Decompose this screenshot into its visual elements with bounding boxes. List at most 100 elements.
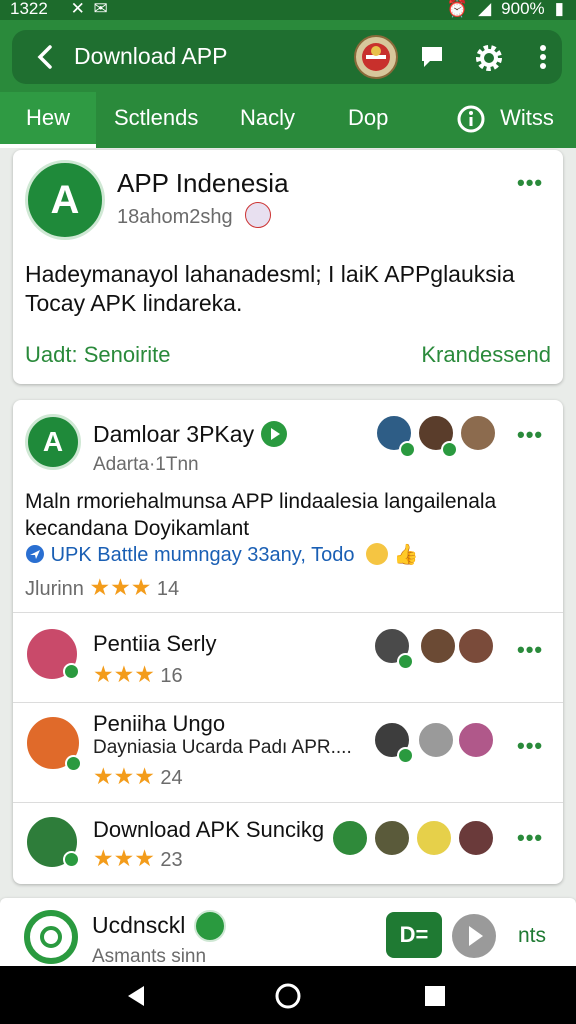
avatar: [457, 721, 495, 759]
verified-icon: [194, 910, 226, 942]
emblem-icon[interactable]: [354, 35, 398, 79]
avatar: [419, 627, 457, 665]
item-rating: ★★★ 24: [93, 763, 183, 790]
more-options-icon[interactable]: •••: [517, 825, 543, 851]
online-badge: [399, 441, 416, 458]
recommend-link[interactable]: Krandessend: [421, 342, 551, 368]
online-badge: [63, 663, 80, 680]
battery-icon: ▮: [554, 0, 564, 18]
list-item[interactable]: Pentiia Serly ★★★ 16 •••: [13, 613, 563, 701]
plane-icon: [26, 545, 44, 563]
star-icon: ★★★: [93, 763, 155, 789]
nav-home-icon[interactable]: [274, 982, 302, 1010]
tab-witss[interactable]: Witss: [456, 92, 554, 148]
download-button[interactable]: D=: [386, 912, 442, 958]
nav-back-icon[interactable]: [124, 984, 148, 1008]
rating-count: 16: [160, 665, 183, 687]
app-bar-pill: Download APP: [12, 30, 562, 84]
post-meta: Adarta·1Tnn: [93, 454, 199, 475]
app-bar: Download APP: [0, 20, 576, 92]
avatar: [417, 721, 455, 759]
post-name: Damloar 3PKay: [93, 421, 255, 447]
avatar: [457, 819, 495, 857]
app-name: Ucdnsckl: [92, 912, 186, 938]
status-time: 1322: [10, 0, 48, 18]
tab-indicator: [0, 144, 96, 148]
flag-icon: [245, 202, 271, 228]
tab-label: Hew: [25, 105, 70, 130]
post-body: Maln rmoriehalmunsa APP lindaalesia lang…: [25, 490, 497, 540]
app-list-card: A Damloar 3PKay Adarta·1Tnn ••• Maln rmo…: [13, 400, 563, 884]
gear-icon[interactable]: [474, 43, 504, 73]
more-options-icon[interactable]: •••: [517, 170, 543, 196]
thumbs-icon: 👍: [393, 544, 419, 566]
app-subtitle: Asmants sinn: [92, 946, 207, 967]
more-options-icon[interactable]: •••: [517, 422, 543, 448]
app-logo-icon: A: [25, 160, 105, 240]
post-logo-icon: A: [25, 414, 81, 470]
avatar: [415, 819, 453, 857]
nav-recents-icon[interactable]: [424, 985, 446, 1007]
rating-count: 14: [156, 578, 180, 600]
star-icon: ★★★: [89, 574, 152, 600]
tab-sctlends[interactable]: Sctlends: [114, 92, 198, 148]
app-name: APP Indenesia: [117, 168, 289, 198]
tab-label: Sctlends: [114, 105, 199, 130]
info-icon: [457, 105, 485, 133]
more-options-icon[interactable]: •••: [517, 733, 543, 759]
item-title: Pentiia Serly: [93, 631, 217, 656]
tab-dop[interactable]: Dop: [348, 92, 388, 148]
bottom-app-card[interactable]: Ucdnsckl Asmants sinn D= nts: [0, 898, 576, 967]
side-label[interactable]: nts: [518, 924, 546, 948]
featured-app-card[interactable]: A APP Indenesia 18ahom2shg ••• Hadeymana…: [13, 150, 563, 384]
online-badge: [397, 747, 414, 764]
app-subtitle: 18ahom2shg: [117, 206, 233, 228]
mail-icon: ✉: [93, 0, 108, 18]
online-badge: [65, 755, 82, 772]
battery-percent: 900%: [501, 0, 545, 18]
tab-label: Witss: [500, 105, 554, 130]
tab-label: Dop: [348, 105, 389, 130]
play-icon: [261, 421, 288, 447]
page-title: Download APP: [74, 43, 228, 69]
post-rating: Jlurinn ★★★ 14: [25, 574, 179, 601]
star-icon: ★★★: [93, 661, 155, 687]
list-item[interactable]: Download APK Suncikg ★★★ 23 •••: [13, 803, 563, 883]
app-description: Hadeymanayol lahanadesml; I laiK APPglau…: [25, 261, 515, 316]
play-icon: [469, 926, 483, 946]
back-arrow-icon[interactable]: [34, 44, 56, 70]
item-subtitle: Dayniasia Ucarda Padı APR....: [93, 737, 352, 758]
more-vert-icon[interactable]: [538, 43, 548, 71]
avatar: [331, 819, 369, 857]
chat-icon[interactable]: [418, 43, 446, 71]
item-rating: ★★★ 23: [93, 845, 183, 872]
emoji-icon: [366, 543, 389, 565]
list-item[interactable]: Peniiha Ungo Dayniasia Ucarda Padı APR..…: [13, 703, 563, 801]
update-link[interactable]: Uadt: Senoirite: [25, 342, 171, 368]
alarm-icon: ⏰: [446, 0, 469, 18]
post-title: Damloar 3PKay: [93, 420, 288, 448]
tab-hew[interactable]: Hew: [0, 92, 96, 148]
app-logo-icon: [24, 910, 78, 964]
tab-label: Nacly: [240, 105, 296, 130]
rating-label: Jlurinn: [25, 578, 84, 600]
online-badge: [441, 441, 458, 458]
avatar: [373, 819, 411, 857]
play-button[interactable]: [452, 914, 496, 958]
tab-bar: Hew Sctlends Nacly Dop Witss: [0, 92, 576, 148]
status-bar: 1322 ✕ ✉ ⏰ ◢ 900% ▮: [0, 0, 576, 20]
tab-nacly[interactable]: Nacly: [240, 92, 295, 148]
rating-count: 24: [160, 767, 183, 789]
item-rating: ★★★ 16: [93, 661, 183, 688]
post-link[interactable]: UPK Battle mumngay 33any, Todo 👍: [25, 542, 418, 567]
signal-icon: ◢: [478, 0, 492, 18]
rating-count: 23: [160, 849, 183, 871]
system-nav-bar: [0, 966, 576, 1024]
avatar: [457, 627, 495, 665]
online-badge: [397, 653, 414, 670]
online-badge: [63, 851, 80, 868]
post-item[interactable]: A Damloar 3PKay Adarta·1Tnn ••• Maln rmo…: [13, 400, 563, 612]
more-options-icon[interactable]: •••: [517, 637, 543, 663]
star-icon: ★★★: [93, 845, 155, 871]
avatar: [459, 414, 497, 452]
